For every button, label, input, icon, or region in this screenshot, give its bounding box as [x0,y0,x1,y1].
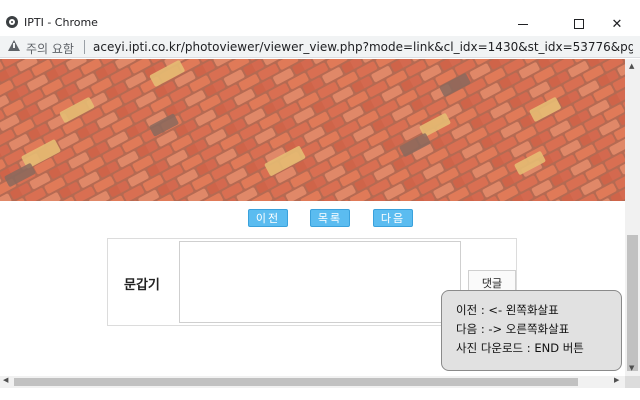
scroll-left-arrow-icon[interactable]: ◀ [3,376,8,384]
shortcut-download-text: 사진 다운로드 : END 버튼 [456,341,584,355]
photo-viewer-image [0,59,625,201]
minimize-icon [518,23,528,25]
vertical-scroll-thumb[interactable] [627,235,638,371]
prev-photo-button[interactable]: 이전 [248,209,288,227]
window-title: IPTI - Chrome [24,16,98,29]
scroll-right-arrow-icon[interactable]: ▶ [614,376,619,384]
scroll-up-arrow-icon[interactable]: ▲ [629,62,634,70]
comment-textarea[interactable] [179,241,461,323]
address-separator [84,40,85,54]
scroll-down-arrow-icon[interactable]: ▼ [629,364,634,372]
close-icon: ✕ [611,16,623,32]
maximize-icon [574,19,584,29]
horizontal-scroll-thumb[interactable] [14,378,578,386]
shortcut-next-text: 다음 : -> 오른쪽화살표 [456,322,570,336]
scrollbar-corner [625,376,640,388]
close-button[interactable]: ✕ [594,12,640,36]
url-field[interactable]: aceyi.ipti.co.kr/photoviewer/viewer_view… [93,40,633,54]
security-warning-text[interactable]: 주의 요함 [26,40,74,57]
next-photo-button[interactable]: 다음 [373,209,413,227]
warning-icon-mark [13,43,15,48]
list-button[interactable]: 목록 [310,209,350,227]
brick-pavement-photo [0,59,625,201]
minimize-button[interactable] [500,12,546,36]
shortcut-prev-text: 이전 : <- 왼쪽화살표 [456,303,559,317]
keyboard-shortcut-tooltip: 이전 : <- 왼쪽화살표 다음 : -> 오른쪽화살표 사진 다운로드 : E… [441,290,622,371]
chrome-app-icon [6,16,18,28]
comment-form-label: 문갑기 [124,278,160,293]
